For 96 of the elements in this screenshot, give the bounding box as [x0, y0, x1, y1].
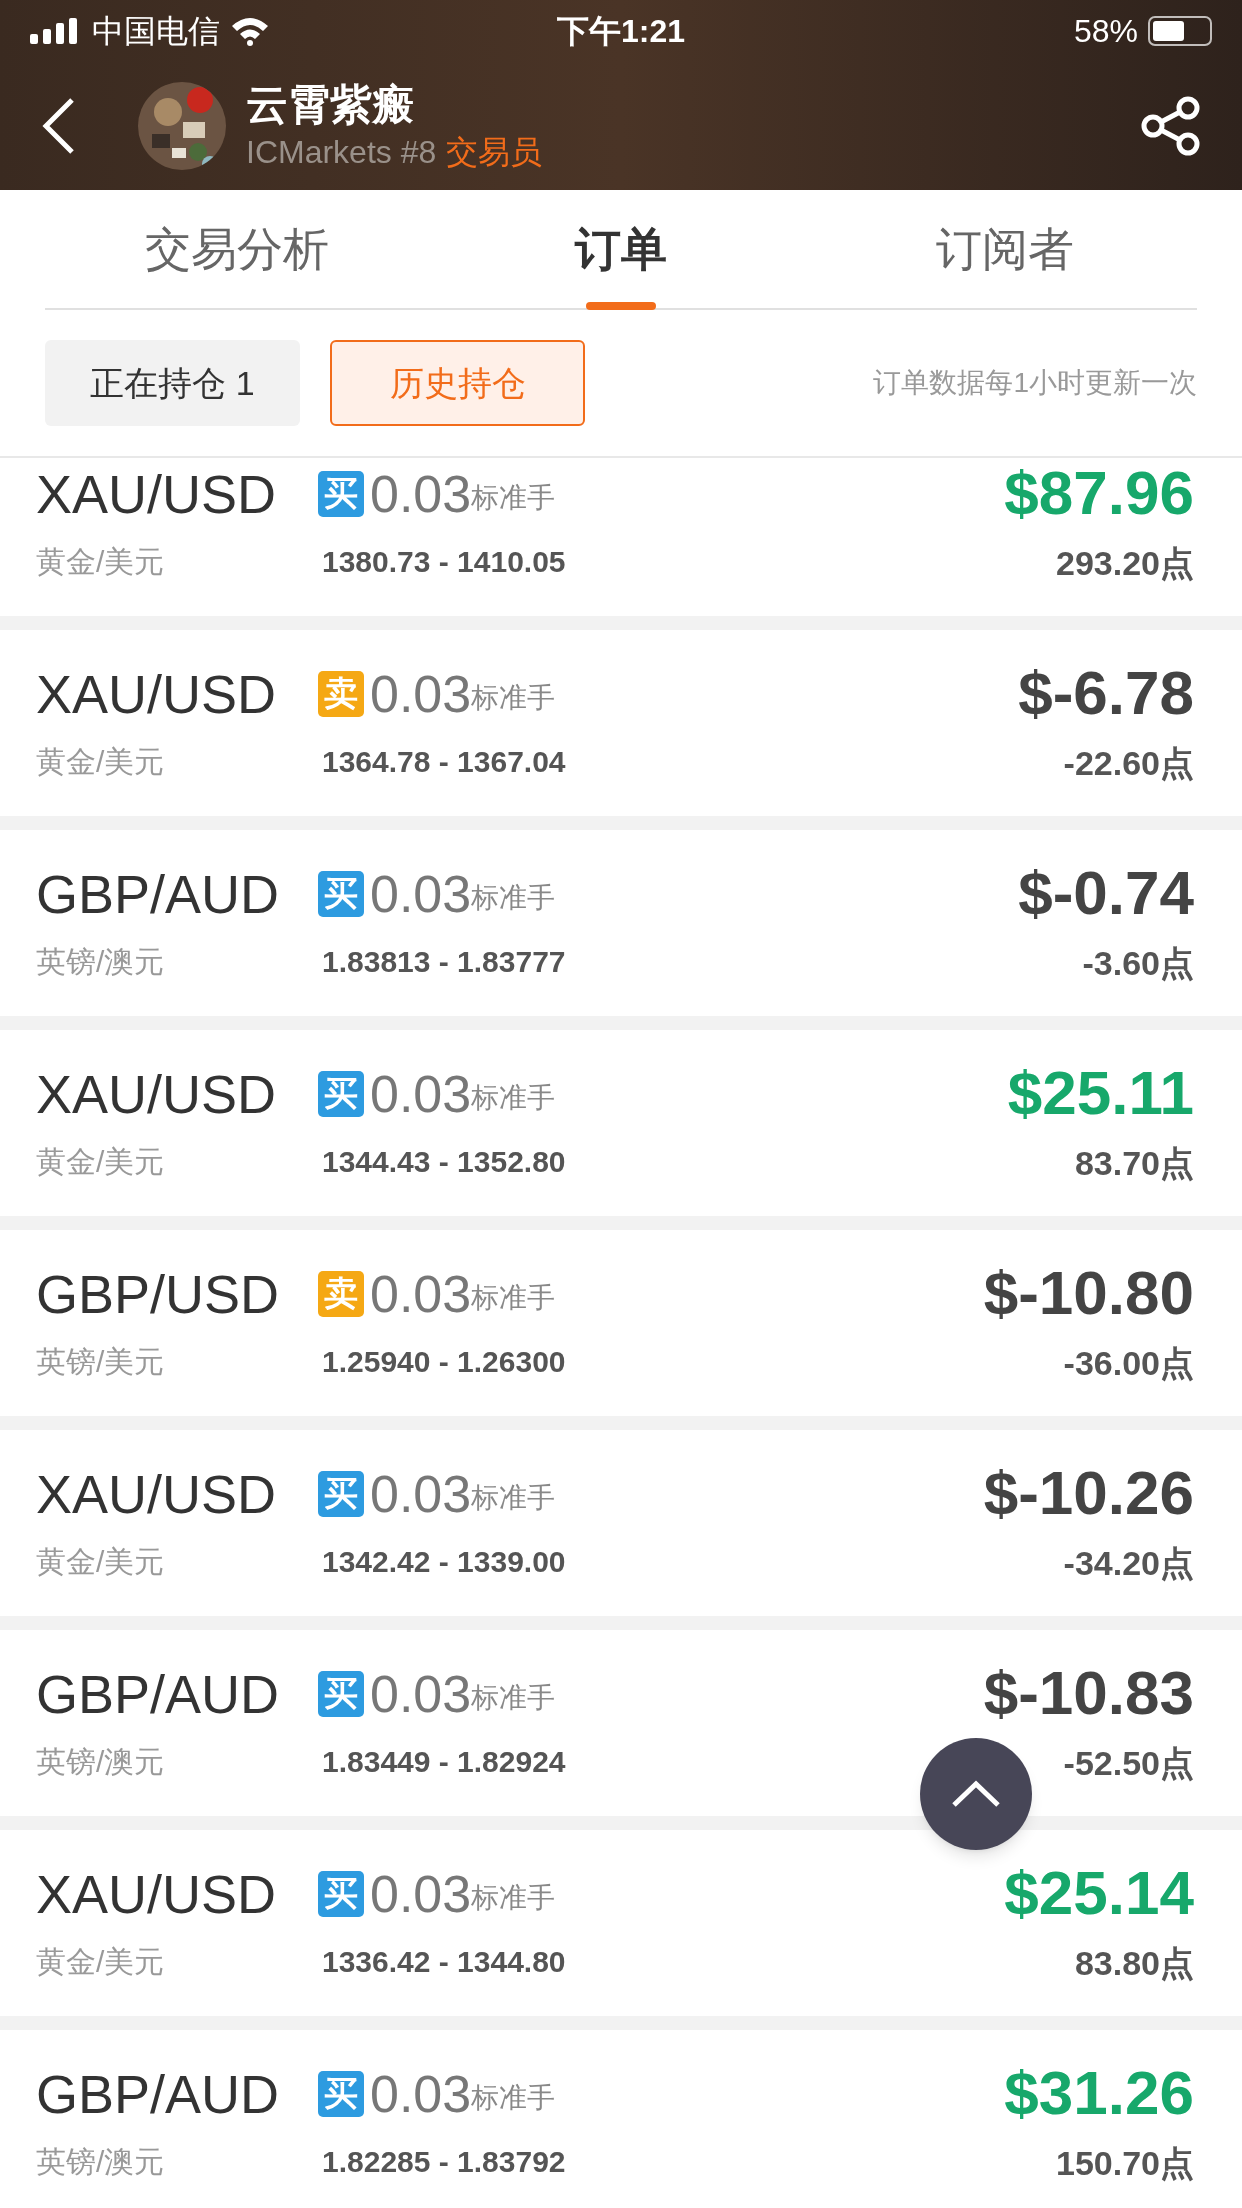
- filter-button[interactable]: 正在持仓 1: [45, 340, 300, 426]
- points-value: 293.20点: [1056, 542, 1194, 584]
- clock-time: 下午1:21: [556, 12, 685, 51]
- lot-unit: 标准手: [471, 1281, 556, 1315]
- points-value: 83.80点: [1074, 1942, 1194, 1984]
- currency-pair: XAU/USD: [36, 1062, 278, 1125]
- pair-name: 黄金/美元: [36, 743, 166, 780]
- price-range: 1344.43 - 1352.80: [322, 1143, 566, 1180]
- order-card[interactable]: XAU/USD 买 0.03标准手 黄金/美元 1380.73 - 1410.05 $87.96 293.20点: [0, 458, 1242, 616]
- carrier-name: 中国电信: [92, 12, 220, 51]
- profit-amount: $-6.78: [1018, 657, 1194, 728]
- lot-size: 0.03: [370, 463, 472, 525]
- order-card[interactable]: XAU/USD 买 0.03标准手 黄金/美元 1342.42 - 1339.00 $-10.26 -34.20点: [0, 1430, 1242, 1616]
- lot-size: 0.03: [370, 663, 472, 725]
- currency-pair: XAU/USD: [36, 1862, 278, 1925]
- pair-name: 英镑/美元: [36, 1343, 166, 1380]
- battery-icon: [1148, 16, 1212, 46]
- side-badge: 买: [318, 2070, 364, 2117]
- price-range: 1336.42 - 1344.80: [322, 1943, 566, 1980]
- broker-label: ICMarkets #8: [246, 133, 437, 172]
- order-card[interactable]: GBP/USD 卖 0.03标准手 英镑/美元 1.25940 - 1.26300 $-10.80 -36.00点: [0, 1230, 1242, 1416]
- order-card[interactable]: GBP/AUD 买 0.03标准手 英镑/澳元 1.83449 - 1.82924 $-10.83 -52.50点: [0, 1630, 1242, 1816]
- currency-pair: XAU/USD: [36, 662, 278, 725]
- order-card[interactable]: XAU/USD 卖 0.03标准手 黄金/美元 1364.78 - 1367.04 $-6.78 -22.60点: [0, 630, 1242, 816]
- profit-amount: $-0.74: [1018, 857, 1194, 928]
- chevron-up-icon: [951, 1780, 1001, 1808]
- lot-size: 0.03: [370, 1663, 472, 1725]
- profit-amount: $25.11: [1007, 1057, 1194, 1128]
- points-value: -36.00点: [1063, 1342, 1194, 1384]
- order-card[interactable]: XAU/USD 买 0.03标准手 黄金/美元 1344.43 - 1352.80 $25.11 83.70点: [0, 1030, 1242, 1216]
- profit-amount: $87.96: [1004, 458, 1194, 528]
- pair-name: 黄金/美元: [36, 1943, 166, 1980]
- tab[interactable]: 订单: [565, 190, 677, 308]
- side-badge: 买: [318, 470, 364, 517]
- lot-unit: 标准手: [471, 1481, 556, 1515]
- profit-amount: $-10.83: [983, 1657, 1194, 1728]
- profit-amount: $-10.26: [983, 1457, 1194, 1528]
- order-card[interactable]: GBP/AUD 买 0.03标准手 英镑/澳元 1.83813 - 1.83777 $-0.74 -3.60点: [0, 830, 1242, 1016]
- currency-pair: XAU/USD: [36, 462, 278, 525]
- points-value: -52.50点: [1063, 1742, 1194, 1784]
- profit-amount: $25.14: [1004, 1857, 1194, 1928]
- battery-percent: 58%: [1073, 12, 1138, 51]
- currency-pair: GBP/USD: [36, 1262, 281, 1325]
- currency-pair: GBP/AUD: [36, 1662, 281, 1725]
- profit-amount: $31.26: [1004, 2057, 1194, 2128]
- side-badge: 买: [318, 1670, 364, 1717]
- side-badge: 卖: [318, 1270, 364, 1317]
- side-badge: 买: [318, 1870, 364, 1917]
- side-badge: 买: [318, 1470, 364, 1517]
- price-range: 1.83813 - 1.83777: [322, 943, 566, 980]
- currency-pair: GBP/AUD: [36, 2062, 281, 2125]
- lot-size: 0.03: [370, 2063, 472, 2125]
- lot-size: 0.03: [370, 1263, 472, 1325]
- points-value: 150.70点: [1056, 2142, 1194, 2184]
- lot-unit: 标准手: [471, 681, 556, 715]
- pair-name: 英镑/澳元: [36, 1743, 166, 1780]
- points-value: -34.20点: [1063, 1542, 1194, 1584]
- update-note: 订单数据每1小时更新一次: [873, 366, 1197, 400]
- price-range: 1.82285 - 1.83792: [322, 2143, 566, 2180]
- currency-pair: GBP/AUD: [36, 862, 281, 925]
- side-badge: 买: [318, 870, 364, 917]
- points-value: 83.70点: [1074, 1142, 1194, 1184]
- lot-unit: 标准手: [471, 1681, 556, 1715]
- price-range: 1342.42 - 1339.00: [322, 1543, 566, 1580]
- price-range: 1364.78 - 1367.04: [322, 743, 566, 780]
- lot-unit: 标准手: [471, 481, 556, 515]
- tab[interactable]: 订阅者: [926, 190, 1084, 308]
- order-card[interactable]: GBP/AUD 买 0.03标准手 英镑/澳元 1.82285 - 1.83792 $31.26 150.70点: [0, 2030, 1242, 2208]
- lot-unit: 标准手: [471, 881, 556, 915]
- side-badge: 卖: [318, 670, 364, 717]
- side-badge: 买: [318, 1070, 364, 1117]
- pair-name: 英镑/澳元: [36, 943, 166, 980]
- price-range: 1.25940 - 1.26300: [322, 1343, 566, 1380]
- price-range: 1380.73 - 1410.05: [322, 543, 566, 580]
- points-value: -3.60点: [1082, 942, 1194, 984]
- lot-unit: 标准手: [471, 1081, 556, 1115]
- trader-name: 云霄紫瘢: [246, 80, 415, 130]
- wifi-icon: [230, 16, 270, 46]
- lot-unit: 标准手: [471, 2081, 556, 2115]
- lot-size: 0.03: [370, 863, 472, 925]
- lot-size: 0.03: [370, 1063, 472, 1125]
- order-card[interactable]: XAU/USD 买 0.03标准手 黄金/美元 1336.42 - 1344.80 $25.14 83.80点: [0, 1830, 1242, 2016]
- share-icon[interactable]: [1140, 96, 1202, 156]
- currency-pair: XAU/USD: [36, 1462, 278, 1525]
- pair-name: 黄金/美元: [36, 1143, 166, 1180]
- lot-size: 0.03: [370, 1863, 472, 1925]
- pair-name: 黄金/美元: [36, 543, 166, 580]
- tab[interactable]: 交易分析: [135, 190, 339, 308]
- points-value: -22.60点: [1063, 742, 1194, 784]
- lot-unit: 标准手: [471, 1881, 556, 1915]
- lot-size: 0.03: [370, 1463, 472, 1525]
- pair-name: 黄金/美元: [36, 1543, 166, 1580]
- price-range: 1.83449 - 1.82924: [322, 1743, 566, 1780]
- pair-name: 英镑/澳元: [36, 2143, 166, 2180]
- role-label: 交易员: [446, 133, 543, 172]
- profit-amount: $-10.80: [983, 1257, 1194, 1328]
